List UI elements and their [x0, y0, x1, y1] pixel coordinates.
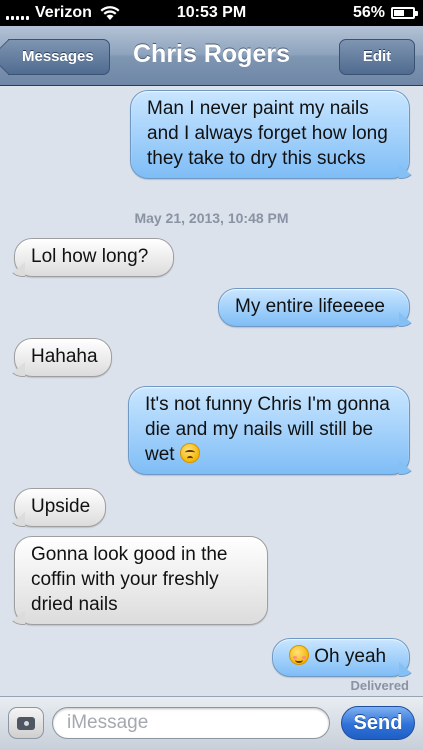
message-text: Hahaha: [31, 346, 98, 367]
edit-button[interactable]: Edit: [339, 39, 415, 75]
message-bubble-sent[interactable]: Man I never paint my nails and I always …: [130, 90, 410, 179]
message-bubble-sent[interactable]: My entire lifeeeee: [218, 288, 410, 327]
battery-fill: [394, 10, 405, 16]
navigation-bar: Messages Chris Rogers Edit: [0, 26, 423, 86]
imessage-input[interactable]: [52, 707, 330, 739]
message-bubble-sent[interactable]: It's not funny Chris I'm gonna die and m…: [128, 386, 410, 475]
delivered-status: Delivered: [350, 678, 409, 693]
message-text: Oh yeah: [314, 646, 387, 667]
camera-lens-icon: [22, 719, 31, 728]
message-bubble-sent[interactable]: Oh yeah: [272, 638, 410, 677]
message-bubble-received[interactable]: Gonna look good in the coffin with your …: [14, 536, 268, 625]
message-text: Lol how long?: [31, 246, 149, 267]
status-right: 56%: [352, 4, 418, 22]
status-bar: Verizon 10:53 PM 56%: [0, 0, 423, 26]
send-button[interactable]: Send: [341, 706, 415, 740]
message-bubble-received[interactable]: Lol how long?: [14, 238, 174, 277]
message-input-bar: Send: [0, 696, 423, 750]
message-bubble-received[interactable]: Upside: [14, 488, 106, 527]
message-text: My entire lifeeeee: [235, 296, 385, 317]
smiling-face-icon: [289, 645, 309, 665]
battery-icon: [391, 7, 418, 19]
angry-face-icon: [179, 443, 200, 463]
message-bubble-received[interactable]: Hahaha: [14, 338, 112, 377]
message-text: Upside: [31, 496, 91, 517]
message-text: Man I never paint my nails and I always …: [147, 98, 388, 169]
message-text: Gonna look good in the coffin with your …: [31, 544, 228, 615]
battery-percentage: 56%: [352, 4, 385, 21]
message-timestamp: May 21, 2013, 10:48 PM: [134, 210, 289, 226]
conversation-thread[interactable]: Man I never paint my nails and I always …: [0, 86, 423, 696]
camera-button[interactable]: [8, 707, 44, 739]
